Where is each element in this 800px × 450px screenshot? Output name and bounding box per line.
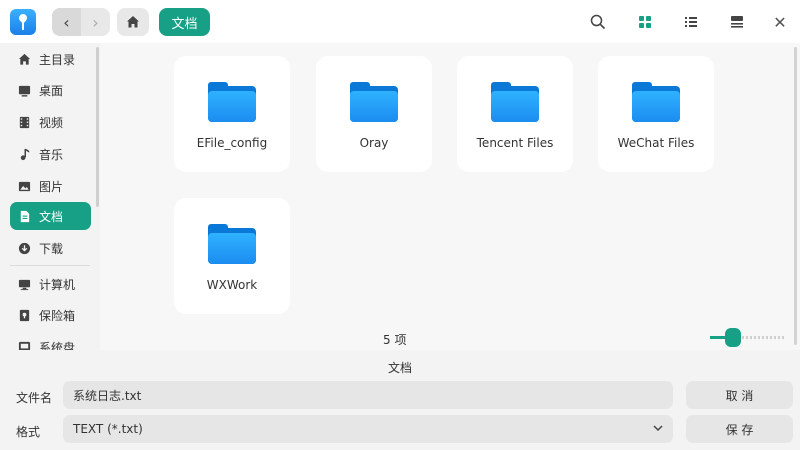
detail-view-icon (731, 16, 743, 28)
sidebar-item-videos[interactable]: 视频 (10, 108, 91, 136)
close-icon: ✕ (773, 12, 787, 32)
zoom-slider[interactable] (710, 328, 786, 347)
file-item[interactable]: Tencent Files (457, 56, 573, 172)
list-view-button[interactable] (679, 10, 703, 34)
picture-icon (17, 179, 31, 193)
sidebar-item-label: 图片 (39, 179, 64, 194)
download-icon (17, 241, 31, 255)
titlebar: ‹ › 文档 ✕ (0, 0, 800, 43)
item-count: 5 项 (383, 333, 407, 347)
save-panel: 文档 文件名 系统日志.txt 取 消 格式 TEXT (*.txt) 保 存 (0, 350, 800, 450)
sidebar-item-label: 主目录 (39, 52, 76, 67)
filename-value: 系统日志.txt (73, 388, 142, 403)
computer-icon (17, 277, 31, 291)
folder-icon (491, 82, 539, 122)
sidebar-item-home[interactable]: 主目录 (10, 45, 91, 73)
breadcrumb-current[interactable]: 文档 (159, 8, 210, 36)
document-icon (17, 209, 31, 223)
grid-view-icon (639, 16, 651, 28)
detail-view-button[interactable] (725, 10, 749, 34)
file-item[interactable]: EFile_config (174, 56, 290, 172)
file-item[interactable]: Oray (316, 56, 432, 172)
home-icon (17, 52, 31, 66)
folder-icon (208, 82, 256, 122)
format-label: 格式 (16, 425, 41, 439)
back-button[interactable]: ‹ (52, 8, 81, 36)
sidebar-item-downloads[interactable]: 下载 (10, 234, 91, 262)
list-view-icon (685, 17, 697, 27)
target-folder-title: 文档 (387, 361, 412, 375)
sidebar-item-label: 计算机 (39, 277, 76, 292)
disk-icon (17, 340, 31, 350)
file-item-name: WeChat Files (617, 136, 695, 150)
filename-input[interactable]: 系统日志.txt (63, 381, 673, 409)
file-item-name: Oray (359, 136, 389, 150)
format-value: TEXT (*.txt) (73, 422, 143, 436)
forward-button[interactable]: › (81, 8, 110, 36)
sidebar-item-documents[interactable]: 文档 (10, 202, 91, 230)
sidebar-item-label: 文档 (39, 209, 64, 224)
chevron-down-icon (653, 425, 663, 432)
chevron-left-icon: ‹ (63, 12, 70, 32)
search-icon (590, 14, 606, 30)
file-view-scrollbar[interactable] (794, 47, 797, 345)
file-item[interactable]: WXWork (174, 198, 290, 314)
zoom-slider-handle[interactable] (725, 328, 741, 347)
sidebar-item-computer[interactable]: 计算机 (10, 270, 91, 298)
folder-icon (208, 224, 256, 264)
file-item-name: WXWork (206, 278, 258, 292)
file-item-name: EFile_config (196, 136, 268, 150)
filename-label: 文件名 (16, 391, 53, 405)
file-manager-app-icon (10, 9, 36, 35)
file-item-name: Tencent Files (476, 136, 554, 150)
sidebar-item-label: 视频 (39, 115, 64, 130)
home-button[interactable] (117, 8, 149, 36)
sidebar: 主目录 桌面 视频 音乐 图片 文档 下载 计算机 保险箱 系统盘 (0, 43, 100, 350)
vault-icon (17, 308, 31, 322)
sidebar-item-label: 音乐 (39, 147, 64, 162)
folder-icon (632, 82, 680, 122)
sidebar-item-label: 下载 (39, 241, 64, 256)
video-icon (17, 115, 31, 129)
file-item[interactable]: WeChat Files (598, 56, 714, 172)
chevron-right-icon: › (92, 12, 99, 32)
sidebar-item-label: 系统盘 (39, 340, 76, 351)
sidebar-item-desktop[interactable]: 桌面 (10, 76, 91, 104)
sidebar-item-vault[interactable]: 保险箱 (10, 301, 91, 329)
sidebar-scrollbar[interactable] (96, 47, 99, 207)
folder-icon (350, 82, 398, 122)
search-button[interactable] (586, 10, 610, 34)
sidebar-item-pictures[interactable]: 图片 (10, 172, 91, 200)
file-save-dialog: ‹ › 文档 ✕ 主目录 桌面 视频 音乐 图片 文档 下载 计算机 保险箱 系… (0, 0, 800, 450)
sidebar-item-system-disk[interactable]: 系统盘 (10, 333, 91, 350)
grid-view-button[interactable] (633, 10, 657, 34)
music-icon (17, 147, 31, 161)
file-grid-view: EFile_config Oray Tencent Files WeChat F… (100, 43, 800, 350)
save-button[interactable]: 保 存 (686, 415, 793, 443)
sidebar-item-label: 桌面 (39, 83, 64, 98)
home-icon (127, 16, 139, 28)
cancel-button[interactable]: 取 消 (686, 381, 793, 409)
sidebar-item-label: 保险箱 (39, 308, 76, 323)
desktop-icon (17, 83, 31, 97)
format-select[interactable]: TEXT (*.txt) (63, 415, 673, 443)
sidebar-divider (10, 265, 90, 266)
close-button[interactable]: ✕ (768, 10, 792, 34)
navigation-buttons: ‹ › (52, 8, 110, 36)
sidebar-item-music[interactable]: 音乐 (10, 140, 91, 168)
